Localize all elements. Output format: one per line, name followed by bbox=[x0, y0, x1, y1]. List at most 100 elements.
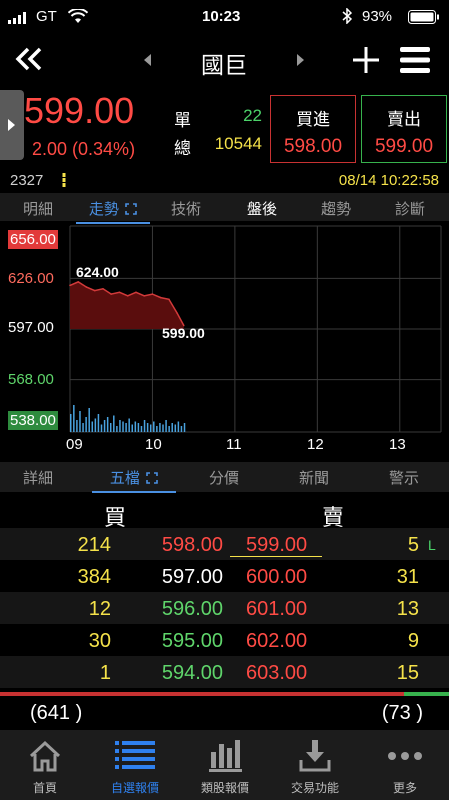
tab-five-levels[interactable]: 五檔 bbox=[92, 467, 176, 493]
menu-icon[interactable] bbox=[400, 47, 430, 78]
ask-price: 603.00 bbox=[246, 662, 308, 684]
tab-trend-label: 走勢 bbox=[88, 201, 119, 218]
price-area bbox=[70, 281, 184, 329]
tab-details[interactable]: 詳細 bbox=[8, 467, 68, 488]
volume-bar bbox=[168, 426, 170, 432]
high-annotation: 624.00 bbox=[76, 264, 119, 280]
battery-percent: 93% bbox=[362, 8, 393, 25]
volume-bar bbox=[174, 424, 177, 432]
nav-bar: 國巨 bbox=[0, 34, 449, 86]
last-annotation: 599.00 bbox=[162, 325, 205, 341]
tabbar-trading[interactable]: 交易功能 bbox=[270, 730, 360, 800]
bid-qty: 384 bbox=[77, 566, 111, 588]
tab-technical[interactable]: 技術 bbox=[156, 198, 216, 219]
last-trade-underline bbox=[230, 556, 322, 557]
y-tick-label: 656.00 bbox=[8, 230, 58, 249]
price-point bbox=[159, 296, 162, 299]
bid-price: 597.00 bbox=[161, 566, 223, 588]
y-tick-label: 568.00 bbox=[8, 371, 54, 388]
x-tick-label: 11 bbox=[226, 436, 242, 453]
volume-bar bbox=[177, 421, 180, 432]
sell-button[interactable]: 賣出 599.00 bbox=[361, 95, 447, 163]
tab-detail[interactable]: 明細 bbox=[8, 198, 68, 219]
tabbar-sector-quotes[interactable]: 類股報價 bbox=[180, 730, 270, 800]
tabbar-more[interactable]: 更多 bbox=[360, 730, 449, 800]
volume-bar bbox=[73, 405, 75, 432]
volume-bar bbox=[79, 411, 81, 432]
ask-total: (73 ) bbox=[381, 702, 423, 724]
volume-bar bbox=[149, 424, 152, 432]
tab-price-volume[interactable]: 分價 bbox=[194, 467, 254, 488]
volume-bar bbox=[162, 424, 164, 432]
clock: 10:23 bbox=[202, 8, 241, 25]
volume-bar bbox=[106, 417, 109, 432]
bid-qty: 214 bbox=[77, 534, 111, 556]
bid-total: (641 ) bbox=[30, 702, 83, 724]
info-tabs: 詳細 五檔 分價 新聞 警示 bbox=[0, 462, 449, 493]
chart-tabs: 明細 走勢 技術 盤後 趨勢 診斷 bbox=[0, 193, 449, 224]
price-point bbox=[93, 289, 96, 292]
volume-bar bbox=[94, 418, 97, 432]
ask-price: 599.00 bbox=[246, 534, 308, 556]
stock-name: 國巨 bbox=[201, 52, 247, 78]
ask-price: 601.00 bbox=[246, 598, 308, 620]
back-icon[interactable] bbox=[14, 46, 44, 77]
volume-bar bbox=[119, 420, 121, 432]
tab-diagnosis[interactable]: 診斷 bbox=[380, 198, 440, 219]
price-point bbox=[168, 298, 170, 301]
total-volume-label: 總 bbox=[174, 139, 191, 158]
x-tick-label: 13 bbox=[389, 436, 406, 453]
volume-bar bbox=[109, 423, 112, 432]
tab-news[interactable]: 新聞 bbox=[284, 467, 344, 488]
tab-trend[interactable]: 走勢 bbox=[76, 198, 150, 224]
side-drawer-handle[interactable] bbox=[0, 90, 24, 160]
tab-alerts[interactable]: 警示 bbox=[374, 467, 434, 488]
ask-price: 602.00 bbox=[246, 630, 308, 652]
buy-button-label: 買進 bbox=[296, 110, 330, 129]
y-tick-label: 626.00 bbox=[8, 270, 54, 287]
volume-bar bbox=[76, 420, 78, 432]
ask-qty: 13 bbox=[396, 598, 419, 620]
price-point bbox=[143, 295, 145, 297]
list-icon bbox=[115, 740, 155, 777]
tab-after-hours[interactable]: 盤後 bbox=[232, 198, 292, 219]
tab-trends[interactable]: 趨勢 bbox=[306, 198, 366, 219]
status-bar: GT 10:23 93% bbox=[0, 0, 449, 34]
ask-qty: 5 bbox=[407, 534, 419, 556]
tabbar-label: 更多 bbox=[392, 781, 417, 795]
price-point bbox=[110, 293, 113, 295]
single-volume-value: 22 bbox=[243, 106, 262, 125]
prev-stock-icon[interactable] bbox=[142, 53, 152, 72]
last-price: 599.00 bbox=[24, 90, 135, 131]
bid-ask-ratio-bar bbox=[0, 692, 449, 696]
trade-icon bbox=[297, 738, 333, 779]
tabbar-home[interactable]: 首頁 bbox=[0, 730, 90, 800]
next-stock-icon[interactable] bbox=[296, 53, 306, 72]
orderbook-row: 384 597.00 600.00 31 bbox=[0, 560, 449, 592]
tabbar-watchlist[interactable]: 自選報價 bbox=[90, 730, 180, 800]
quote-datetime: 08/14 10:22:58 bbox=[338, 172, 439, 189]
add-icon[interactable] bbox=[352, 46, 380, 79]
price-point bbox=[176, 312, 178, 315]
volume-bar bbox=[180, 426, 183, 432]
bid-qty: 12 bbox=[88, 598, 111, 620]
buy-price: 598.00 bbox=[283, 136, 343, 157]
quote-header: 599.00 2.00 (0.34%) 單 22 總 10544 買進 598.… bbox=[0, 90, 449, 170]
sort-icon[interactable] bbox=[60, 173, 68, 192]
y-tick-label: 597.00 bbox=[8, 319, 54, 336]
wifi-icon bbox=[67, 7, 89, 29]
stock-code: 2327 bbox=[10, 172, 44, 189]
volume-bar bbox=[137, 423, 140, 432]
volume-bar bbox=[140, 426, 143, 432]
volume-bar bbox=[113, 415, 115, 432]
ask-qty: 31 bbox=[396, 566, 419, 588]
ask-qty: 9 bbox=[407, 630, 419, 652]
buy-button[interactable]: 買進 598.00 bbox=[270, 95, 356, 163]
tabbar-label: 類股報價 bbox=[200, 781, 249, 795]
single-volume-label: 單 bbox=[174, 111, 191, 130]
expand-right-icon bbox=[7, 118, 17, 137]
x-tick-label: 09 bbox=[66, 436, 83, 453]
sell-price: 599.00 bbox=[374, 136, 434, 157]
volume-bar bbox=[146, 423, 149, 432]
price-point bbox=[135, 291, 137, 294]
